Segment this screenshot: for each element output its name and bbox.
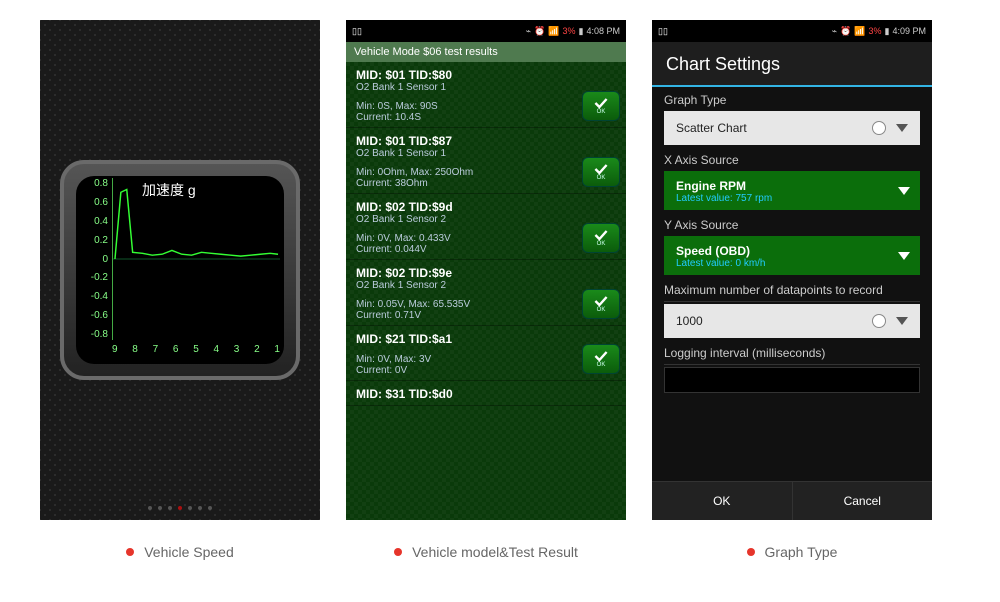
ok-badge: OK bbox=[582, 344, 620, 374]
test-stats: Min: 0.05V, Max: 65.535VCurrent: 0.71V bbox=[356, 299, 576, 321]
y-axis-label: Y Axis Source bbox=[664, 218, 920, 232]
log-interval-label: Logging interval (milliseconds) bbox=[664, 346, 920, 360]
test-item[interactable]: MID: $31 TID:$d0 bbox=[346, 381, 626, 406]
test-mid: MID: $02 TID:$9e bbox=[356, 266, 576, 280]
radio-icon bbox=[872, 314, 886, 328]
battery-pct: 3% bbox=[563, 26, 576, 36]
test-sub: O2 Bank 1 Sensor 1 bbox=[356, 82, 576, 93]
pane-chart-settings: ▯▯ ⌁ ⏰ 📶 3% ▮ 4:09 PM Chart Settings Gra… bbox=[652, 20, 932, 520]
chevron-down-icon bbox=[898, 187, 910, 195]
bullet-icon bbox=[747, 548, 755, 556]
caption-1: Vehicle Speed bbox=[40, 544, 320, 560]
graph-type-label: Graph Type bbox=[664, 93, 920, 107]
alarm-icon: ⏰ bbox=[534, 26, 545, 37]
status-bar: ▯▯ ⌁ ⏰ 📶 3% ▮ 4:09 PM bbox=[652, 20, 932, 42]
page-indicator[interactable] bbox=[40, 506, 320, 510]
chevron-down-icon bbox=[896, 124, 908, 132]
test-mid: MID: $01 TID:$87 bbox=[356, 134, 576, 148]
chevron-down-icon bbox=[898, 252, 910, 260]
test-stats: Min: 0Ohm, Max: 250OhmCurrent: 38Ohm bbox=[356, 167, 576, 189]
gauge-frame: 加速度 g 0.80.6 0.40.2 0-0.2 -0.4-0.6 -0.8 … bbox=[60, 160, 300, 380]
caption-2: Vehicle model&Test Result bbox=[346, 544, 626, 560]
clock: 4:09 PM bbox=[892, 26, 926, 36]
test-item[interactable]: MID: $01 TID:$87O2 Bank 1 Sensor 1 Min: 0… bbox=[346, 128, 626, 194]
test-mid: MID: $01 TID:$80 bbox=[356, 68, 576, 82]
y-axis: 0.80.6 0.40.2 0-0.2 -0.4-0.6 -0.8 bbox=[78, 178, 108, 340]
bluetooth-icon: ⌁ bbox=[832, 26, 837, 37]
max-points-spinner[interactable]: 1000 bbox=[664, 304, 920, 338]
ok-button[interactable]: OK bbox=[652, 481, 792, 520]
signal-icon: 📶 bbox=[548, 26, 559, 37]
graph-type-spinner[interactable]: Scatter Chart bbox=[664, 111, 920, 145]
bluetooth-icon: ⌁ bbox=[526, 26, 531, 37]
ok-badge: OK bbox=[582, 289, 620, 319]
radio-icon bbox=[872, 121, 886, 135]
battery-icon: ▮ bbox=[579, 26, 584, 37]
battery-pct: 3% bbox=[869, 26, 882, 36]
dialog-title: Chart Settings bbox=[652, 42, 932, 87]
test-item[interactable]: MID: $02 TID:$9eO2 Bank 1 Sensor 2 Min: 0… bbox=[346, 260, 626, 326]
test-mid: MID: $31 TID:$d0 bbox=[356, 387, 576, 401]
x-axis-label: X Axis Source bbox=[664, 153, 920, 167]
log-interval-input[interactable] bbox=[664, 367, 920, 393]
pane-vehicle-speed: 加速度 g 0.80.6 0.40.2 0-0.2 -0.4-0.6 -0.8 … bbox=[40, 20, 320, 520]
status-bar: ▯▯ ⌁ ⏰ 📶 3% ▮ 4:08 PM bbox=[346, 20, 626, 42]
clock: 4:08 PM bbox=[586, 26, 620, 36]
test-stats: Min: 0V, Max: 3VCurrent: 0V bbox=[356, 354, 576, 376]
bullet-icon bbox=[126, 548, 134, 556]
alarm-icon: ⏰ bbox=[840, 26, 851, 37]
sim-icons: ▯▯ bbox=[352, 26, 362, 37]
pane-test-results: ▯▯ ⌁ ⏰ 📶 3% ▮ 4:08 PM Vehicle Mode $06 t… bbox=[346, 20, 626, 520]
sim-icons: ▯▯ bbox=[658, 26, 668, 37]
test-sub: O2 Bank 1 Sensor 2 bbox=[356, 280, 576, 291]
test-stats: Min: 0S, Max: 90SCurrent: 10.4S bbox=[356, 101, 576, 123]
chevron-down-icon bbox=[896, 317, 908, 325]
x-axis-spinner[interactable]: Engine RPM Latest value: 757 rpm bbox=[664, 171, 920, 210]
max-points-label: Maximum number of datapoints to record bbox=[664, 283, 920, 297]
y-axis-spinner[interactable]: Speed (OBD) Latest value: 0 km/h bbox=[664, 236, 920, 275]
test-item[interactable]: MID: $01 TID:$80O2 Bank 1 Sensor 1 Min: 0… bbox=[346, 62, 626, 128]
test-item[interactable]: MID: $21 TID:$a1 Min: 0V, Max: 3VCurrent:… bbox=[346, 326, 626, 381]
bullet-icon bbox=[394, 548, 402, 556]
cancel-button[interactable]: Cancel bbox=[792, 481, 933, 520]
test-mid: MID: $02 TID:$9d bbox=[356, 200, 576, 214]
test-item[interactable]: MID: $02 TID:$9dO2 Bank 1 Sensor 2 Min: 0… bbox=[346, 194, 626, 260]
test-stats: Min: 0V, Max: 0.433VCurrent: 0.044V bbox=[356, 233, 576, 255]
ok-badge: OK bbox=[582, 91, 620, 121]
battery-icon: ▮ bbox=[885, 26, 890, 37]
plot-area bbox=[112, 178, 280, 340]
test-sub: O2 Bank 1 Sensor 2 bbox=[356, 214, 576, 225]
page-title: Vehicle Mode $06 test results bbox=[346, 42, 626, 62]
x-axis: 98 76 54 32 1 bbox=[112, 344, 280, 360]
ok-badge: OK bbox=[582, 223, 620, 253]
test-mid: MID: $21 TID:$a1 bbox=[356, 332, 576, 346]
ok-badge: OK bbox=[582, 157, 620, 187]
caption-3: Graph Type bbox=[652, 544, 932, 560]
signal-icon: 📶 bbox=[854, 26, 865, 37]
test-sub: O2 Bank 1 Sensor 1 bbox=[356, 148, 576, 159]
